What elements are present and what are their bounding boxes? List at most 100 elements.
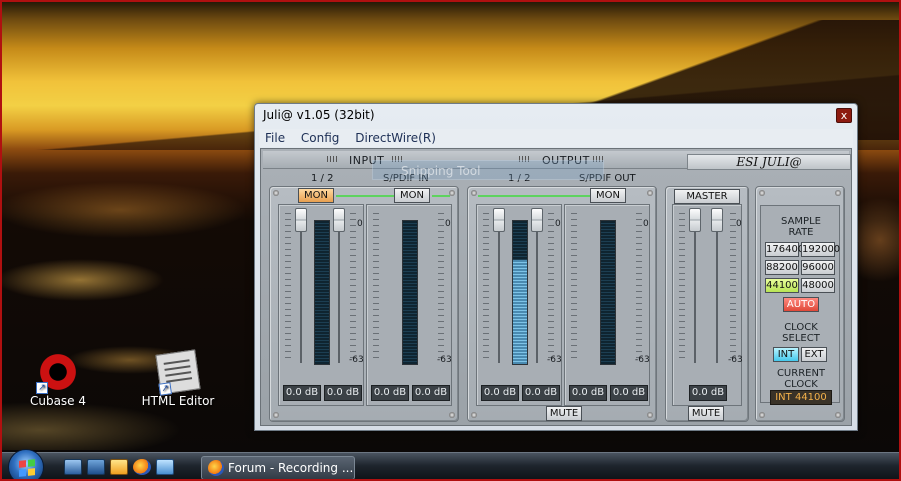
scale-bottom-label: -63 <box>635 355 650 365</box>
screw-icon <box>273 412 279 418</box>
scale-bottom-label: -63 <box>437 355 452 365</box>
level-meter <box>402 220 418 365</box>
menu-directwire[interactable]: DirectWire(R) <box>349 129 442 145</box>
taskbar: Forum - Recording ... <box>0 449 901 481</box>
start-button[interactable] <box>8 449 44 481</box>
close-button[interactable]: x <box>836 108 852 123</box>
ext-clock-button[interactable]: EXT <box>801 347 827 362</box>
menu-config[interactable]: Config <box>295 129 346 145</box>
fader-left[interactable] <box>689 208 701 232</box>
cubase-icon: ↗ <box>36 352 78 394</box>
rate-button-88200[interactable]: 88200 <box>765 260 799 275</box>
fader-scale <box>438 213 444 363</box>
taskbar-button-label: Forum - Recording ... <box>228 461 354 475</box>
fader-right[interactable] <box>711 208 723 232</box>
fader-scale <box>548 213 554 363</box>
fader-rail <box>498 213 500 363</box>
desktop-icon-label: HTML Editor <box>141 394 215 408</box>
esi-logo: ESI JULI@ <box>687 154 851 170</box>
screw-icon <box>647 412 653 418</box>
scale-bottom-label: -63 <box>349 355 364 365</box>
rate-button-48000[interactable]: 48000 <box>801 278 835 293</box>
menu-file[interactable]: File <box>259 129 291 145</box>
screw-icon <box>471 190 477 196</box>
fader-rail <box>300 213 302 363</box>
int-clock-button[interactable]: INT <box>773 347 799 362</box>
fader-left[interactable] <box>295 208 307 232</box>
level-meter <box>512 220 528 365</box>
show-desktop-icon[interactable] <box>64 459 82 475</box>
window-titlebar[interactable]: Juli@ v1.05 (32bit) x <box>255 104 857 128</box>
switch-windows-icon[interactable] <box>87 459 105 475</box>
grip-icon <box>327 156 337 162</box>
db-readout-right: 0.0 dB <box>412 385 450 401</box>
current-clock-display: INT 44100 <box>770 390 832 405</box>
mon-button-input-analog[interactable]: MON <box>298 188 334 203</box>
fader-scale <box>571 213 577 363</box>
menubar: File Config DirectWire(R) <box>259 129 853 147</box>
firefox-icon[interactable] <box>133 459 151 475</box>
auto-button[interactable]: AUTO <box>783 297 819 312</box>
mon-button-output-spdif[interactable]: MON <box>590 188 626 203</box>
fader-right[interactable] <box>333 208 345 232</box>
scale-top-label: 0 <box>357 219 363 229</box>
fader-rail <box>338 213 340 363</box>
mon-button-input-spdif[interactable]: MON <box>394 188 430 203</box>
firefox-icon <box>208 460 224 476</box>
fader-rail <box>694 213 696 363</box>
sample-label: SAMPLE <box>781 216 821 227</box>
mute-button-master[interactable]: MUTE <box>688 406 724 421</box>
mixer-panel: INPUT OUTPUT ESI JULI@ 1 / 2 S/PDIF IN 1… <box>260 148 852 426</box>
screw-icon <box>835 412 841 418</box>
media-player-icon[interactable] <box>110 459 128 475</box>
shortcut-arrow-icon: ↗ <box>36 382 48 394</box>
fader-scale <box>636 213 642 363</box>
db-readout-right: 0.0 dB <box>522 385 560 401</box>
output-channel-spdif: 0 -63 0.0 dB 0.0 dB <box>564 204 650 406</box>
master-channel: 0 -63 0.0 dB <box>672 204 743 406</box>
fader-scale <box>679 213 685 363</box>
input-channel-analog: 0 -63 0.0 dB 0.0 dB <box>278 204 364 406</box>
screw-icon <box>759 412 765 418</box>
screw-icon <box>647 190 653 196</box>
fader-left[interactable] <box>493 208 505 232</box>
rate-button-44100[interactable]: 44100 <box>765 278 799 293</box>
rate-button-192000[interactable]: 192000 <box>801 242 840 257</box>
db-readout-left: 0.0 dB <box>569 385 607 401</box>
html-editor-icon: ↗ <box>155 349 201 396</box>
desktop-icon-html-editor[interactable]: ↗ HTML Editor <box>138 349 218 408</box>
sample-rate-panel: SAMPLE RATE 176400 192000 88200 96000 44… <box>760 205 840 405</box>
scale-bottom-label: -63 <box>547 355 562 365</box>
link-line <box>336 195 394 197</box>
fader-right[interactable] <box>531 208 543 232</box>
output-group: MON 0 -63 0.0 dB 0.0 dB 0 -63 0.0 dB 0.0… <box>467 186 657 422</box>
screw-icon <box>449 412 455 418</box>
input-group: MON MON 0 -63 0.0 dB 0.0 dB 0 -63 0.0 dB… <box>269 186 459 422</box>
fader-scale <box>285 213 291 363</box>
clock-label: CLOCK <box>784 322 818 333</box>
taskbar-button-forum[interactable]: Forum - Recording ... <box>201 456 355 480</box>
level-meter <box>314 220 330 365</box>
output-channel-analog: 0 -63 0.0 dB 0.0 dB <box>476 204 562 406</box>
scale-top-label: 0 <box>643 219 649 229</box>
desktop-icon-cubase[interactable]: ↗ Cubase 4 <box>18 352 98 408</box>
rate-button-176400[interactable]: 176400 <box>765 242 804 257</box>
rate-button-96000[interactable]: 96000 <box>801 260 835 275</box>
input-channel-spdif: 0 -63 0.0 dB 0.0 dB <box>366 204 452 406</box>
meter-fill <box>513 259 527 364</box>
link-line <box>432 195 450 197</box>
desktop-icon-label: Cubase 4 <box>29 394 87 408</box>
screw-icon <box>273 190 279 196</box>
master-label: MASTER <box>674 189 740 204</box>
current-label: CURRENT <box>776 368 826 379</box>
screw-icon <box>471 412 477 418</box>
network-icon[interactable] <box>156 459 174 475</box>
db-readout-right: 0.0 dB <box>610 385 648 401</box>
fader-scale <box>350 213 356 363</box>
fader-scale <box>730 213 736 363</box>
link-line <box>478 195 590 197</box>
mute-button-output[interactable]: MUTE <box>546 406 582 421</box>
screw-icon <box>759 190 765 196</box>
master-group: MASTER 0 -63 0.0 dB MUTE <box>665 186 749 422</box>
window-title: Juli@ v1.05 (32bit) <box>263 108 375 122</box>
